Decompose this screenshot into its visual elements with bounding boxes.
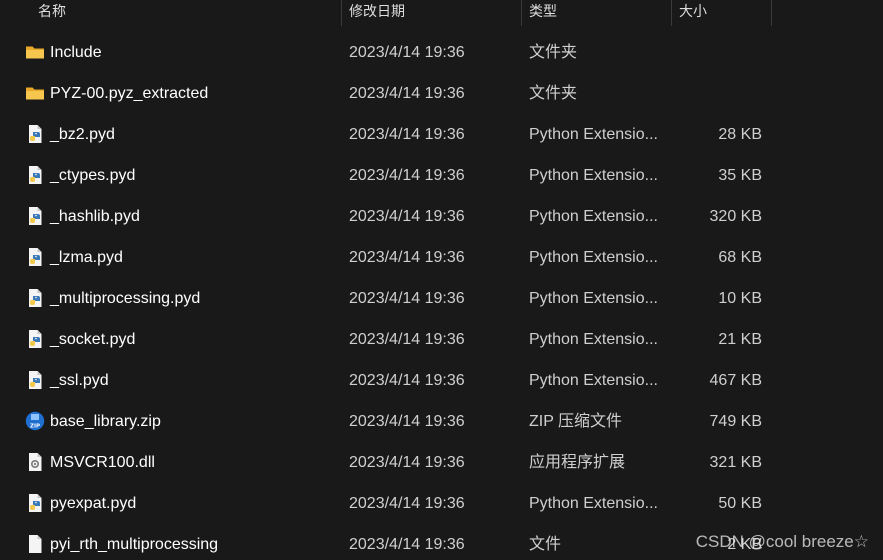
file-name: _ctypes.pyd <box>50 167 136 184</box>
file-row[interactable]: _hashlib.pyd 2023/4/14 19:36 Python Extens… <box>0 196 883 237</box>
file-type: Python Extensio... <box>529 331 658 348</box>
column-header-type[interactable]: 类型 <box>529 0 557 24</box>
file-name: MSVCR100.dll <box>50 454 155 471</box>
watermark-text: CSDN @cool breeze☆ <box>695 532 869 551</box>
file-type: Python Extensio... <box>529 372 658 389</box>
file-modified-date: 2023/4/14 19:36 <box>349 536 465 553</box>
file-size: 467 KB <box>709 372 762 389</box>
file-modified-date: 2023/4/14 19:36 <box>349 249 465 266</box>
file-size: 35 KB <box>718 167 762 184</box>
file-type: Python Extensio... <box>529 290 658 307</box>
file-modified-date: 2023/4/14 19:36 <box>349 454 465 471</box>
file-name: PYZ-00.pyz_extracted <box>50 85 209 102</box>
file-type: 文件夹 <box>529 44 578 61</box>
file-modified-date: 2023/4/14 19:36 <box>349 44 465 61</box>
python-file-icon <box>25 206 45 226</box>
python-file-icon <box>25 124 45 144</box>
file-row[interactable]: pyexpat.pyd 2023/4/14 19:36 Python Extensi… <box>0 483 883 524</box>
file-name: Include <box>50 44 102 61</box>
file-modified-date: 2023/4/14 19:36 <box>349 495 465 512</box>
column-divider[interactable] <box>771 0 772 26</box>
file-list: Include 2023/4/14 19:36 文件夹 PYZ-00.pyz_extr… <box>0 32 883 560</box>
file-modified-date: 2023/4/14 19:36 <box>349 413 465 430</box>
file-type: Python Extensio... <box>529 208 658 225</box>
file-size: 50 KB <box>718 495 762 512</box>
file-type: 应用程序扩展 <box>529 454 626 471</box>
file-row[interactable]: Include 2023/4/14 19:36 文件夹 <box>0 32 883 73</box>
column-divider[interactable] <box>671 0 672 26</box>
file-name: _hashlib.pyd <box>50 208 140 225</box>
file-modified-date: 2023/4/14 19:36 <box>349 372 465 389</box>
svg-text:ZIP: ZIP <box>30 424 40 430</box>
file-row[interactable]: _socket.pyd 2023/4/14 19:36 Python Extensi… <box>0 319 883 360</box>
file-type: 文件 <box>529 536 562 553</box>
dll-file-icon <box>25 452 45 472</box>
file-size: 68 KB <box>718 249 762 266</box>
file-name: _bz2.pyd <box>50 126 115 143</box>
file-type: ZIP 压缩文件 <box>529 413 623 430</box>
file-modified-date: 2023/4/14 19:36 <box>349 167 465 184</box>
file-modified-date: 2023/4/14 19:36 <box>349 126 465 143</box>
column-divider[interactable] <box>341 0 342 26</box>
generic-file-icon <box>25 534 45 554</box>
file-name: _ssl.pyd <box>50 372 109 389</box>
file-size: 749 KB <box>709 413 762 430</box>
column-header-modified[interactable]: 修改日期 <box>349 0 405 24</box>
file-modified-date: 2023/4/14 19:36 <box>349 331 465 348</box>
column-header-size[interactable]: 大小 <box>679 0 707 24</box>
file-name: _multiprocessing.pyd <box>50 290 201 307</box>
folder-icon <box>25 83 45 103</box>
column-header-bar: 名称 修改日期 类型 大小 <box>0 0 883 26</box>
file-row[interactable]: MSVCR100.dll 2023/4/14 19:36 应用程序扩展 321 KB <box>0 442 883 483</box>
file-type: Python Extensio... <box>529 167 658 184</box>
file-row[interactable]: _ctypes.pyd 2023/4/14 19:36 Python Extensi… <box>0 155 883 196</box>
python-file-icon <box>25 493 45 513</box>
file-row[interactable]: PYZ-00.pyz_extracted 2023/4/14 19:36 文件夹 <box>0 73 883 114</box>
file-row[interactable]: _lzma.pyd 2023/4/14 19:36 Python Extensio.… <box>0 237 883 278</box>
file-size: 321 KB <box>709 454 762 471</box>
python-file-icon <box>25 247 45 267</box>
file-type: Python Extensio... <box>529 249 658 266</box>
file-name: _lzma.pyd <box>50 249 123 266</box>
file-name: pyi_rth_multiprocessing <box>50 536 219 553</box>
file-row[interactable]: _multiprocessing.pyd 2023/4/14 19:36 Pytho… <box>0 278 883 319</box>
file-name: pyexpat.pyd <box>50 495 137 512</box>
file-modified-date: 2023/4/14 19:36 <box>349 208 465 225</box>
file-name: base_library.zip <box>50 413 161 430</box>
file-row[interactable]: _bz2.pyd 2023/4/14 19:36 Python Extensio..… <box>0 114 883 155</box>
file-size: 10 KB <box>718 290 762 307</box>
column-header-name[interactable]: 名称 <box>38 0 66 24</box>
file-size: 28 KB <box>718 126 762 143</box>
file-modified-date: 2023/4/14 19:36 <box>349 290 465 307</box>
file-type: Python Extensio... <box>529 495 658 512</box>
folder-icon <box>25 42 45 62</box>
python-file-icon <box>25 329 45 349</box>
file-size: 320 KB <box>709 208 762 225</box>
file-name: _socket.pyd <box>50 331 136 348</box>
file-modified-date: 2023/4/14 19:36 <box>349 85 465 102</box>
python-file-icon <box>25 288 45 308</box>
column-divider[interactable] <box>521 0 522 26</box>
file-row[interactable]: _ssl.pyd 2023/4/14 19:36 Python Extensio..… <box>0 360 883 401</box>
zip-file-icon: ZIP <box>25 411 45 431</box>
file-type: Python Extensio... <box>529 126 658 143</box>
file-row[interactable]: ZIP base_library.zip 2023/4/14 19:36 ZIP 压缩… <box>0 401 883 442</box>
file-type: 文件夹 <box>529 85 578 102</box>
python-file-icon <box>25 370 45 390</box>
file-size: 21 KB <box>718 331 762 348</box>
python-file-icon <box>25 165 45 185</box>
